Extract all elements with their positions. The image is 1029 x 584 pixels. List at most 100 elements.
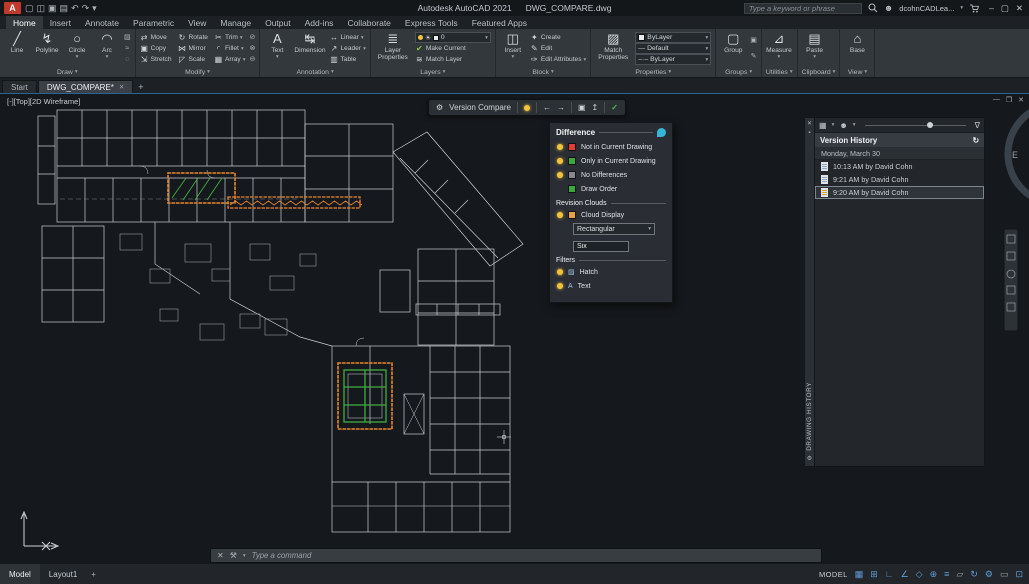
compare-toggle-bulb-icon[interactable] — [524, 105, 530, 111]
filter-funnel-icon[interactable]: ∇ — [975, 121, 980, 130]
match-properties-button[interactable]: ▨Match Properties — [595, 30, 631, 67]
linear-button[interactable]: ↔Linear▾ — [330, 32, 366, 43]
stretch-button[interactable]: ⇲Stretch — [140, 54, 172, 65]
history-item[interactable]: 10:13 AM by David Cohn — [815, 160, 984, 173]
layer-dropdown[interactable]: ☀ 0 ▾ — [415, 32, 491, 43]
polyline-button[interactable]: ↯Polyline — [34, 30, 60, 67]
visibility-bulb-icon[interactable] — [557, 172, 563, 178]
app-store-cart-icon[interactable] — [969, 4, 979, 13]
measure-button[interactable]: ⊿Measure▾ — [766, 30, 792, 67]
minimize-button[interactable]: – — [989, 3, 994, 14]
help-search-input[interactable] — [744, 3, 862, 14]
command-caret-icon[interactable]: ▾ — [243, 553, 246, 559]
paste-button[interactable]: ▤Paste▾ — [802, 30, 828, 67]
edit-block-button[interactable]: ✎Edit — [530, 43, 586, 54]
selection-cycling-icon[interactable]: ↻ — [970, 569, 978, 579]
view-panel-label[interactable]: View▾ — [844, 67, 870, 77]
properties-panel-label[interactable]: Properties▾ — [595, 67, 711, 77]
scale-button[interactable]: ◸Scale — [178, 54, 208, 65]
tab-add-ins[interactable]: Add-ins — [298, 16, 341, 29]
plot-icon[interactable]: ▤ — [60, 2, 69, 14]
refresh-icon[interactable]: ↻ — [972, 136, 979, 145]
gradient-icon[interactable]: ≈ — [124, 44, 131, 53]
transparency-toggle-icon[interactable]: ▱ — [956, 569, 963, 579]
circle-button[interactable]: ○Circle▾ — [64, 30, 90, 67]
redo-icon[interactable]: ↷ — [82, 2, 90, 14]
tab-home[interactable]: Home — [6, 16, 43, 29]
move-button[interactable]: ⇄Move — [140, 32, 172, 43]
command-line[interactable]: ✕ ⚒ ▾ Type a command — [210, 548, 822, 563]
dimension-button[interactable]: ↹Dimension — [294, 30, 325, 67]
model-tab[interactable]: Model — [0, 564, 40, 584]
lineweight-toggle-icon[interactable]: ≡ — [944, 569, 949, 579]
command-prompt[interactable]: Type a command — [252, 551, 312, 560]
object-color-dropdown[interactable]: ByLayer▾ — [635, 32, 711, 43]
tab-collaborate[interactable]: Collaborate — [340, 16, 397, 29]
layout1-tab[interactable]: Layout1 — [40, 564, 86, 584]
groups-panel-label[interactable]: Groups▾ — [720, 67, 757, 77]
tab-parametric[interactable]: Parametric — [126, 16, 181, 29]
import-icon[interactable]: ▣ — [578, 103, 586, 112]
clipboard-panel-label[interactable]: Clipboard▾ — [802, 67, 836, 77]
history-date-group[interactable]: Monday, March 30 — [815, 147, 984, 160]
file-tab-dwg-compare[interactable]: DWG_COMPARE*✕ — [38, 80, 133, 93]
maximize-button[interactable]: ▢ — [1001, 3, 1009, 14]
offset-icon[interactable]: ⊖ — [249, 55, 255, 64]
drawing-canvas[interactable]: [-][Top][2D Wireframe] — ❐ ✕ — [0, 93, 1029, 563]
autocad-logo-icon[interactable]: A — [4, 2, 21, 14]
command-close-icon[interactable]: ✕ — [217, 551, 224, 560]
export-icon[interactable]: ↥ — [592, 103, 599, 112]
close-button[interactable]: ✕ — [1016, 3, 1023, 14]
osnap-toggle-icon[interactable]: ⊕ — [930, 569, 938, 579]
line-button[interactable]: ╱Line — [4, 30, 30, 67]
block-panel-label[interactable]: Block▾ — [500, 67, 586, 77]
grid-toggle-icon[interactable]: ▦ — [855, 569, 864, 579]
trim-button[interactable]: ✂Trim▾ — [214, 32, 246, 43]
model-space-indicator[interactable]: MODEL — [819, 570, 848, 579]
previous-change-icon[interactable]: ← — [543, 103, 551, 112]
visibility-bulb-icon[interactable] — [557, 144, 563, 150]
ortho-toggle-icon[interactable]: ∟ — [885, 569, 894, 579]
doc-minimize-icon[interactable]: — — [993, 96, 1000, 104]
leader-button[interactable]: ↗Leader▾ — [330, 43, 366, 54]
new-tab-button[interactable]: + — [134, 80, 147, 93]
slider-knob[interactable] — [927, 122, 933, 128]
user-filter-icon[interactable]: ☻ — [839, 121, 847, 130]
isodraft-toggle-icon[interactable]: ◇ — [916, 569, 923, 579]
undo-icon[interactable]: ↶ — [71, 2, 79, 14]
text-bulb-icon[interactable] — [557, 283, 563, 289]
user-dropdown-icon[interactable]: ▾ — [960, 5, 963, 11]
history-item-selected[interactable]: 9:20 AM by David Cohn — [815, 186, 984, 199]
settings-gear-icon[interactable]: ⚙ — [436, 103, 443, 112]
next-change-icon[interactable]: → — [557, 103, 565, 112]
file-tab-start[interactable]: Start — [2, 80, 37, 93]
hatch-bulb-icon[interactable] — [557, 269, 563, 275]
tab-insert[interactable]: Insert — [43, 16, 78, 29]
tab-express-tools[interactable]: Express Tools — [398, 16, 465, 29]
boundary-icon[interactable]: ◌ — [124, 55, 131, 64]
copy-button[interactable]: ▣Copy — [140, 43, 172, 54]
ungroup-icon[interactable]: ▣ — [750, 36, 757, 45]
tab-annotate[interactable]: Annotate — [78, 16, 126, 29]
qat-dropdown-icon[interactable]: ▾ — [92, 2, 97, 14]
create-block-button[interactable]: ✦Create — [530, 32, 586, 43]
base-button[interactable]: ⌂Base — [844, 30, 870, 67]
edit-attributes-button[interactable]: ✑Edit Attributes▾ — [530, 54, 586, 65]
command-tools-icon[interactable]: ⚒ — [230, 551, 237, 560]
open-icon[interactable]: ◫ — [37, 2, 46, 14]
insert-button[interactable]: ◫Insert▾ — [500, 30, 526, 67]
thumbnail-size-slider[interactable] — [865, 125, 966, 126]
doc-close-icon[interactable]: ✕ — [1018, 96, 1024, 104]
cloud-bulb-icon[interactable] — [557, 212, 563, 218]
annotation-panel-label[interactable]: Annotation▾ — [264, 67, 365, 77]
polar-toggle-icon[interactable]: ∠ — [901, 569, 909, 579]
accept-check-icon[interactable]: ✓ — [611, 103, 618, 112]
explode-icon[interactable]: ⊗ — [249, 44, 255, 53]
close-tab-icon[interactable]: ✕ — [119, 83, 124, 91]
lineweight-dropdown[interactable]: —Default▾ — [635, 43, 711, 54]
arc-button[interactable]: ◠Arc▾ — [94, 30, 120, 67]
text-button[interactable]: AText▾ — [264, 30, 290, 67]
cloud-size-input[interactable] — [573, 241, 629, 252]
array-button[interactable]: ▦Array▾ — [214, 54, 246, 65]
annotation-toggle-icon[interactable]: ▭ — [1000, 569, 1009, 579]
